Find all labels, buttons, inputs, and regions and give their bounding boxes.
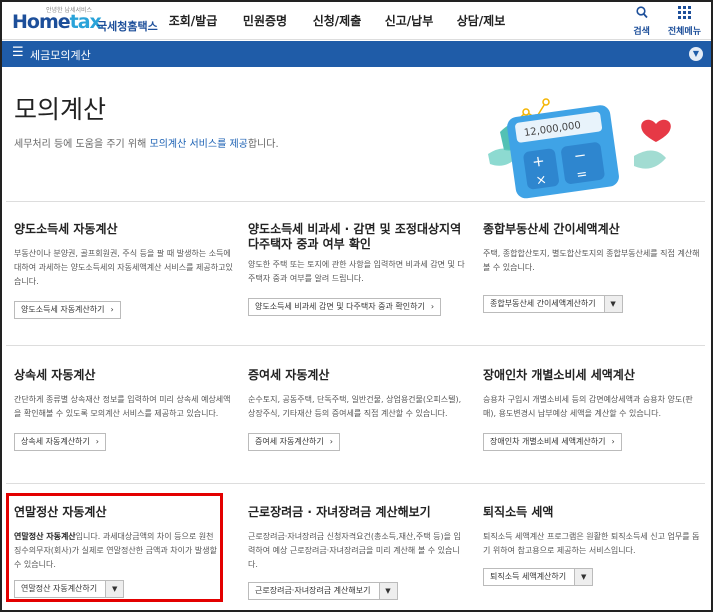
section-bar: ☰ 세금모의계산 ▼ (2, 41, 711, 67)
chevron-down-icon[interactable]: ▼ (689, 47, 703, 61)
divider (6, 201, 705, 202)
logo-wordmark-home: Home (12, 11, 71, 33)
menu-item-consult[interactable]: 상담/제보 (445, 2, 517, 40)
chevron-right-icon: › (329, 437, 333, 446)
disabled-vehicle-calc-button[interactable]: 장애인차 개별소비세 세액계산하기 › (483, 432, 622, 451)
divider (6, 345, 705, 346)
hamburger-icon[interactable]: ☰ (12, 45, 24, 60)
capital-gains-calc-button[interactable]: 양도소득세 자동계산하기 › (14, 300, 121, 319)
card-capital-gains: 양도소득세 자동계산 부동산이나 분양권, 골프회원권, 주식 등을 팔 때 발… (14, 222, 234, 319)
menu-item-certificate[interactable]: 민원증명 (229, 2, 301, 40)
menu-item-report[interactable]: 신고/납부 (373, 2, 445, 40)
incentive-calc-dropdown[interactable]: 근로장려금·자녀장려금 계산해보기 ▼ (248, 581, 398, 600)
description-text: 세무처리 등에 도움을 주기 위해 (14, 139, 150, 150)
card-comprehensive-real-estate: 종합부동산세 간이세액계산 주택, 종합합산토지, 별도합산토지의 종합부동산세… (483, 222, 703, 313)
card-description: 양도한 주택 또는 토지에 관한 사항을 입력하면 비과세 감면 및 다주택자 … (248, 260, 465, 283)
card-title: 종합부동산세 간이세액계산 (483, 222, 620, 236)
divider (6, 483, 705, 484)
svg-text:×: × (535, 172, 548, 188)
button-label: 퇴직소득 세액계산하기 (490, 572, 567, 581)
top-navigation: 안녕한 납세서비스 Hometax 국세청홈택스 조회/발급 민원증명 신청/제… (2, 2, 711, 40)
svg-text:=: = (575, 167, 588, 183)
grid-icon (677, 6, 691, 24)
card-inheritance: 상속세 자동계산 간단하게 종류별 상속재산 정보를 입력하여 미리 상속세 예… (14, 368, 234, 451)
retirement-calc-dropdown[interactable]: 퇴직소득 세액계산하기 ▼ (483, 567, 594, 586)
button-label: 양도소득세 자동계산하기 (21, 305, 105, 314)
card-description: 퇴직소득 세액계산 프로그램은 원활한 퇴직소득세 신고 업무를 돕기 위하여 … (483, 532, 700, 555)
card-title: 증여세 자동계산 (248, 368, 330, 382)
button-label: 장애인차 개별소비세 세액계산하기 (490, 437, 606, 446)
chevron-down-icon[interactable]: ▼ (574, 568, 593, 585)
card-description: 간단하게 종류별 상속재산 정보를 입력하여 미리 상속세 예상세액을 확인해볼… (14, 395, 231, 418)
card-title: 양도소득세 자동계산 (14, 222, 118, 236)
card-description: 승용차 구입시 개별소비세 등의 감면예상세액과 승용차 양도(판매), 용도변… (483, 395, 693, 418)
utility-icons: 검색 전체메뉴 (633, 6, 701, 37)
card-description: 부동산이나 분양권, 골프회원권, 주식 등을 팔 때 발생하는 소득에 대하여… (14, 249, 233, 286)
button-label: 상속세 자동계산하기 (21, 437, 90, 446)
chevron-right-icon: › (611, 437, 615, 446)
search-button[interactable]: 검색 (633, 6, 650, 37)
menu-item-inquiry[interactable]: 조회/발급 (157, 2, 229, 40)
svg-text:−: − (573, 146, 588, 166)
logo-wordmark: Hometax (12, 11, 102, 33)
svg-text:+: + (531, 151, 546, 171)
all-menu-button[interactable]: 전체메뉴 (668, 6, 701, 37)
card-description: 근로장려금·자녀장려금 신청자격요건(총소득,재산,주택 등)을 입력하여 예상… (248, 532, 461, 569)
description-link: 모의계산 서비스를 제공 (149, 139, 248, 150)
chevron-down-icon[interactable]: ▼ (378, 582, 397, 599)
menu-item-apply[interactable]: 신청/제출 (301, 2, 373, 40)
button-label: 증여세 자동계산하기 (255, 437, 324, 446)
button-label: 종합부동산세 간이세액계산하기 (490, 299, 596, 308)
main-menu: 조회/발급 민원증명 신청/제출 신고/납부 상담/제보 (157, 2, 517, 40)
card-retirement-income: 퇴직소득 세액 퇴직소득 세액계산 프로그램은 원활한 퇴직소득세 신고 업무를… (483, 505, 703, 586)
chevron-down-icon[interactable]: ▼ (603, 295, 622, 312)
page-title: 모의계산 (14, 95, 107, 124)
card-title: 상속세 자동계산 (14, 368, 96, 382)
card-gift-tax: 증여세 자동계산 순수토지, 공동주택, 단독주택, 일반건물, 상업용건물(오… (248, 368, 468, 451)
card-description: 순수토지, 공동주택, 단독주택, 일반건물, 상업용건물(오피스텔), 상장주… (248, 395, 462, 418)
card-disabled-vehicle: 장애인차 개별소비세 세액계산 승용차 구입시 개별소비세 등의 감면예상세액과… (483, 368, 703, 451)
card-title: 양도소득세 비과세 · 감면 및 조정대상지역 다주택자 중과 여부 확인 (248, 222, 462, 251)
real-estate-calc-dropdown[interactable]: 종합부동산세 간이세액계산하기 ▼ (483, 294, 623, 313)
inheritance-calc-button[interactable]: 상속세 자동계산하기 › (14, 432, 106, 451)
gift-tax-calc-button[interactable]: 증여세 자동계산하기 › (248, 432, 340, 451)
chevron-right-icon: › (110, 305, 114, 314)
page-description: 세무처리 등에 도움을 주기 위해 모의계산 서비스를 제공합니다. (14, 135, 279, 150)
card-work-incentive: 근로장려금 · 자녀장려금 계산해보기 근로장려금·자녀장려금 신청자격요건(총… (248, 505, 468, 600)
exemption-check-button[interactable]: 양도소득세 비과세 감면 및 다주택자 중과 확인하기 › (248, 297, 442, 316)
chevron-right-icon: › (430, 302, 435, 311)
search-icon (635, 6, 648, 24)
card-description: 주택, 종합합산토지, 별도합산토지의 종합부동산세를 직접 계산해 볼 수 있… (483, 249, 700, 272)
description-text-end: 합니다. (247, 139, 279, 150)
search-label: 검색 (633, 27, 650, 37)
card-title: 퇴직소득 세액 (483, 505, 554, 519)
card-capital-gains-exemption: 양도소득세 비과세 · 감면 및 조정대상지역 다주택자 중과 여부 확인 양도… (248, 222, 466, 316)
section-title: 세금모의계산 (30, 49, 91, 62)
card-title: 근로장려금 · 자녀장려금 계산해보기 (248, 505, 431, 519)
highlight-box (6, 493, 223, 602)
calculator-illustration: 12,000,000 + − × = (486, 94, 686, 204)
button-label: 양도소득세 비과세 감면 및 다주택자 중과 확인하기 (255, 302, 425, 311)
button-label: 근로장려금·자녀장려금 계산해보기 (255, 586, 371, 595)
card-title: 장애인차 개별소비세 세액계산 (483, 368, 635, 382)
chevron-right-icon: › (95, 437, 99, 446)
logo-korean-name: 국세청홈택스 (97, 20, 158, 33)
all-menu-label: 전체메뉴 (667, 27, 701, 37)
